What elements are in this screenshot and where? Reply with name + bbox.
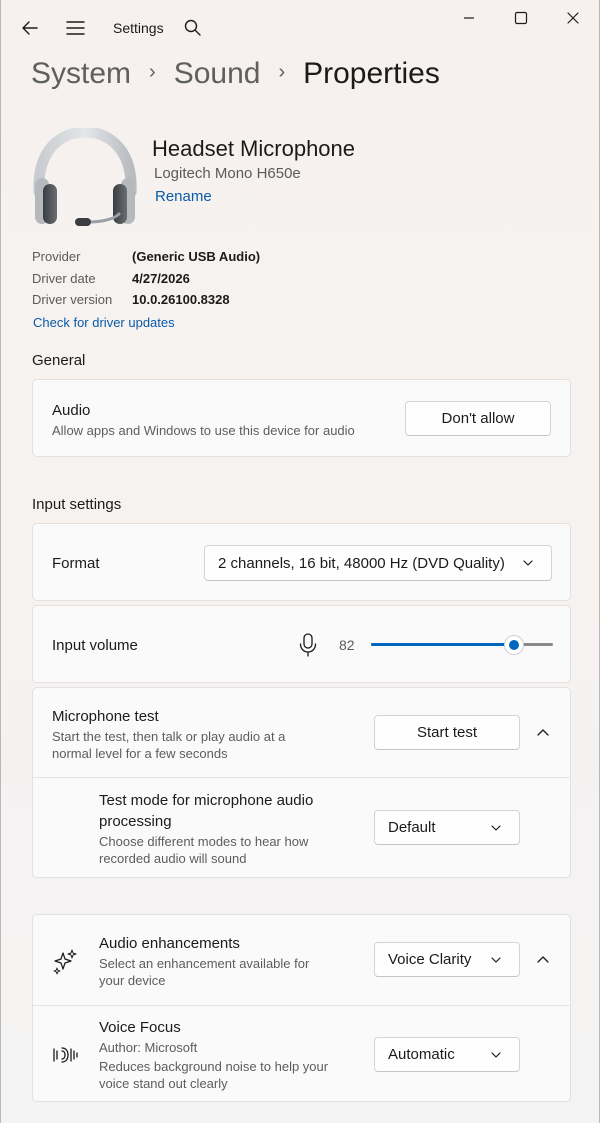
volume-slider[interactable] [371, 634, 553, 656]
driver-version-value: 10.0.26100.8328 [132, 292, 230, 307]
mic-test-subtitle-2: normal level for a few seconds [52, 746, 228, 761]
voice-focus-author: Author: Microsoft [99, 1040, 198, 1055]
slider-fill [371, 643, 514, 646]
format-label: Format [52, 555, 100, 572]
device-model: Logitech Mono H650e [154, 165, 301, 182]
test-mode-subtitle-1: Choose different modes to hear how [99, 834, 309, 849]
mic-test-title: Microphone test [52, 708, 159, 725]
app-title: Settings [113, 20, 164, 36]
provider-label: Provider [32, 249, 81, 264]
input-volume-card: Input volume 82 [32, 605, 571, 683]
check-driver-updates-link[interactable]: Check for driver updates [33, 315, 175, 330]
chevron-down-icon [489, 1038, 519, 1071]
mic-test-subtitle-1: Start the test, then talk or play audio … [52, 729, 286, 744]
chevron-down-icon [489, 943, 519, 976]
test-mode-subtitle-2: recorded audio will sound [99, 851, 247, 866]
audio-title: Audio [52, 402, 91, 419]
slider-thumb-dot [508, 640, 519, 650]
voice-focus-dropdown[interactable]: Automatic [374, 1037, 520, 1072]
close-icon[interactable] [563, 8, 583, 28]
general-heading: General [32, 352, 86, 369]
enhancements-title: Audio enhancements [99, 935, 240, 952]
input-settings-heading: Input settings [32, 496, 122, 513]
maximize-icon[interactable] [511, 8, 531, 28]
voice-focus-icon [51, 1041, 79, 1069]
back-arrow-icon[interactable] [17, 16, 43, 40]
breadcrumb-separator: › [149, 60, 156, 83]
test-mode-dropdown[interactable]: Default [374, 810, 520, 845]
format-card: Format 2 channels, 16 bit, 48000 Hz (DVD… [32, 523, 571, 601]
enhancements-subtitle-1: Select an enhancement available for [99, 956, 310, 971]
input-volume-label: Input volume [52, 637, 138, 654]
device-name: Headset Microphone [152, 136, 356, 161]
volume-value: 82 [339, 637, 355, 653]
audio-subtitle: Allow apps and Windows to use this devic… [52, 423, 355, 438]
voice-focus-title: Voice Focus [99, 1019, 181, 1036]
divider [33, 777, 570, 778]
driver-date-value: 4/27/2026 [132, 271, 190, 286]
chevron-down-icon [489, 811, 519, 844]
enhancements-dropdown[interactable]: Voice Clarity [374, 942, 520, 977]
settings-window: Settings System › Sound › Properties Hea… [0, 0, 600, 1123]
rename-link[interactable]: Rename [155, 188, 212, 205]
test-mode-selected: Default [388, 819, 436, 836]
microphone-test-card: Microphone test Start the test, then tal… [32, 687, 571, 878]
audio-card: Audio Allow apps and Windows to use this… [32, 379, 571, 457]
divider [33, 1005, 570, 1006]
test-mode-title-1: Test mode for microphone audio [99, 792, 314, 809]
provider-value: (Generic USB Audio) [132, 249, 261, 264]
format-dropdown[interactable]: 2 channels, 16 bit, 48000 Hz (DVD Qualit… [204, 545, 552, 581]
enhancements-selected: Voice Clarity [388, 951, 472, 968]
start-test-button[interactable]: Start test [374, 715, 520, 750]
chevron-up-icon[interactable] [533, 950, 553, 970]
hamburger-menu-icon[interactable] [63, 16, 89, 40]
minimize-icon[interactable] [459, 8, 479, 28]
breadcrumb: System › Sound › Properties [31, 52, 440, 96]
driver-version-label: Driver version [32, 292, 113, 307]
breadcrumb-separator: › [278, 60, 286, 83]
chevron-up-icon[interactable] [533, 723, 553, 743]
title-bar: Settings [1, 0, 599, 56]
voice-focus-subtitle-1: Reduces background noise to help your [99, 1059, 329, 1074]
page-title: Properties [303, 57, 440, 90]
breadcrumb-item-sound[interactable]: Sound [174, 57, 261, 91]
test-mode-title-2: processing [99, 813, 172, 830]
slider-thumb[interactable] [503, 635, 524, 655]
audio-enhancements-card: Audio enhancements Select an enhancement… [32, 914, 571, 1102]
microphone-icon[interactable] [296, 632, 320, 658]
voice-focus-subtitle-2: voice stand out clearly [99, 1076, 228, 1091]
headset-icon [29, 126, 141, 232]
search-icon[interactable] [181, 16, 205, 40]
driver-date-label: Driver date [32, 271, 96, 286]
enhancements-subtitle-2: your device [99, 973, 166, 988]
dont-allow-button[interactable]: Don't allow [405, 401, 551, 436]
voice-focus-selected: Automatic [388, 1046, 455, 1063]
sparkle-icon [51, 947, 79, 975]
breadcrumb-item-system[interactable]: System [31, 57, 131, 91]
chevron-down-icon [521, 546, 551, 580]
format-selected: 2 channels, 16 bit, 48000 Hz (DVD Qualit… [218, 554, 505, 572]
